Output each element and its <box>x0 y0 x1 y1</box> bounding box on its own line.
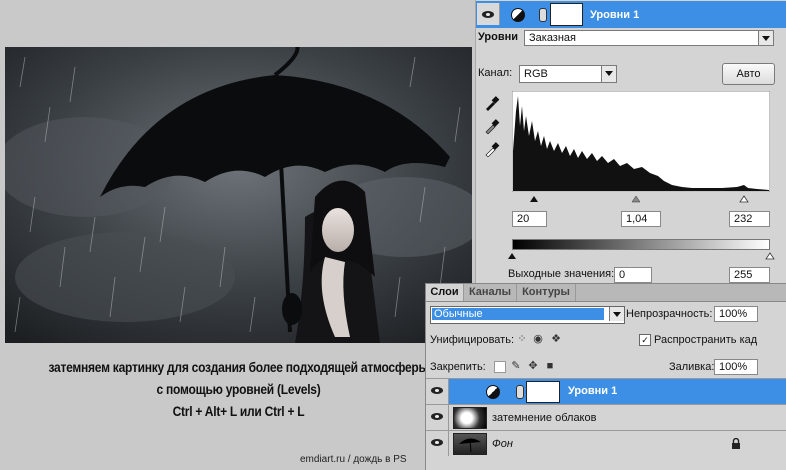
umbrella-thumbnail-icon <box>459 438 481 453</box>
link-icon[interactable] <box>516 385 524 399</box>
unify-position-icon[interactable]: ⁘ <box>516 333 528 345</box>
output-label: Выходные значения: <box>508 268 615 280</box>
input-white-field[interactable]: 232 <box>729 211 770 227</box>
unify-label: Унифицировать: <box>430 334 515 346</box>
gray-eyedropper-icon[interactable] <box>484 118 500 134</box>
tab-layers[interactable]: Слои <box>426 284 464 301</box>
output-gradient <box>512 239 770 250</box>
chevron-down-icon <box>601 66 616 82</box>
layer-thumbnail[interactable] <box>453 433 487 455</box>
channel-dropdown[interactable]: RGB <box>519 65 617 83</box>
layer-row-levels[interactable]: Уровни 1 <box>426 378 786 404</box>
propagate-label: Распространить кад <box>654 334 758 346</box>
lock-transparency-icon[interactable] <box>494 361 506 373</box>
unify-style-icon[interactable]: ❖ <box>550 333 562 345</box>
opacity-field[interactable]: 100% <box>714 306 758 322</box>
layer-name: Фон <box>492 438 513 450</box>
layer-thumbnail[interactable] <box>453 407 487 429</box>
caption-line-1: затемняем картинку для создания более по… <box>48 359 429 375</box>
propagate-checkbox[interactable]: ✓ <box>639 334 651 346</box>
fill-field[interactable]: 100% <box>714 359 758 375</box>
chevron-down-icon <box>758 31 773 45</box>
output-black-field[interactable]: 0 <box>614 267 652 283</box>
input-black-field[interactable]: 20 <box>512 211 547 227</box>
black-eyedropper-icon[interactable] <box>484 95 500 111</box>
panel-tabs: Слои Каналы Контуры <box>426 284 786 302</box>
preset-label: Уровни <box>478 31 519 43</box>
eye-icon <box>431 387 443 394</box>
layer-name: затемнение облаков <box>492 412 597 424</box>
tab-channels[interactable]: Каналы <box>464 284 517 301</box>
layers-panel: Слои Каналы Контуры Обычные Непрозрачнос… <box>425 283 786 470</box>
layer-row-clouds[interactable]: затемнение облаков <box>426 404 786 430</box>
output-white-field[interactable]: 255 <box>729 267 770 283</box>
mask-thumbnail[interactable] <box>550 3 583 26</box>
histogram <box>512 91 770 192</box>
chevron-down-icon <box>609 307 624 321</box>
eye-icon <box>482 11 494 18</box>
mask-thumbnail[interactable] <box>526 381 560 403</box>
eye-icon <box>431 413 443 420</box>
levels-panel: Уровни 1 Уровни Заказная Канал: RGB Авто… <box>475 0 786 285</box>
caption-line-2: с помощью уровней (Levels) <box>156 381 321 397</box>
caption-line-3: Ctrl + Alt+ L или Ctrl + L <box>172 403 305 419</box>
levels-layer-name: Уровни 1 <box>590 9 640 21</box>
lock-move-icon[interactable]: ✥ <box>527 360 539 372</box>
lock-all-icon[interactable]: ■ <box>544 360 556 372</box>
blend-mode-dropdown[interactable]: Обычные <box>430 306 625 324</box>
auto-button[interactable]: Авто <box>722 63 775 85</box>
adjustment-icon <box>511 8 525 22</box>
rain-photo <box>5 47 472 343</box>
tab-paths[interactable]: Контуры <box>517 284 576 301</box>
channel-label: Канал: <box>478 67 513 79</box>
preset-value: Заказная <box>529 32 577 44</box>
preset-dropdown[interactable]: Заказная <box>524 30 774 46</box>
levels-layer-header: Уровни 1 <box>476 1 786 28</box>
output-slider[interactable] <box>506 250 776 260</box>
opacity-label: Непрозрачность: <box>626 308 713 320</box>
layer-row-background[interactable]: Фон <box>426 430 786 456</box>
footer-credit: emdiart.ru / дождь в PS <box>300 454 407 465</box>
input-slider[interactable] <box>512 193 770 203</box>
link-icon[interactable] <box>539 8 547 22</box>
layer-name: Уровни 1 <box>568 385 618 397</box>
visibility-toggle[interactable] <box>426 379 449 404</box>
blend-mode-value: Обычные <box>432 308 604 320</box>
lock-icon <box>732 438 740 449</box>
visibility-toggle[interactable] <box>477 3 500 25</box>
adjustment-icon <box>486 385 500 399</box>
lock-label: Закрепить: <box>430 361 486 373</box>
lock-brush-icon[interactable]: ✎ <box>510 360 522 372</box>
white-eyedropper-icon[interactable] <box>484 141 500 157</box>
channel-value: RGB <box>524 68 548 80</box>
eye-icon <box>431 439 443 446</box>
visibility-toggle[interactable] <box>426 405 449 430</box>
unify-visibility-icon[interactable]: ◉ <box>532 333 544 345</box>
visibility-toggle[interactable] <box>426 431 449 456</box>
fill-label: Заливка: <box>669 361 715 373</box>
input-gamma-field[interactable]: 1,04 <box>621 211 661 227</box>
